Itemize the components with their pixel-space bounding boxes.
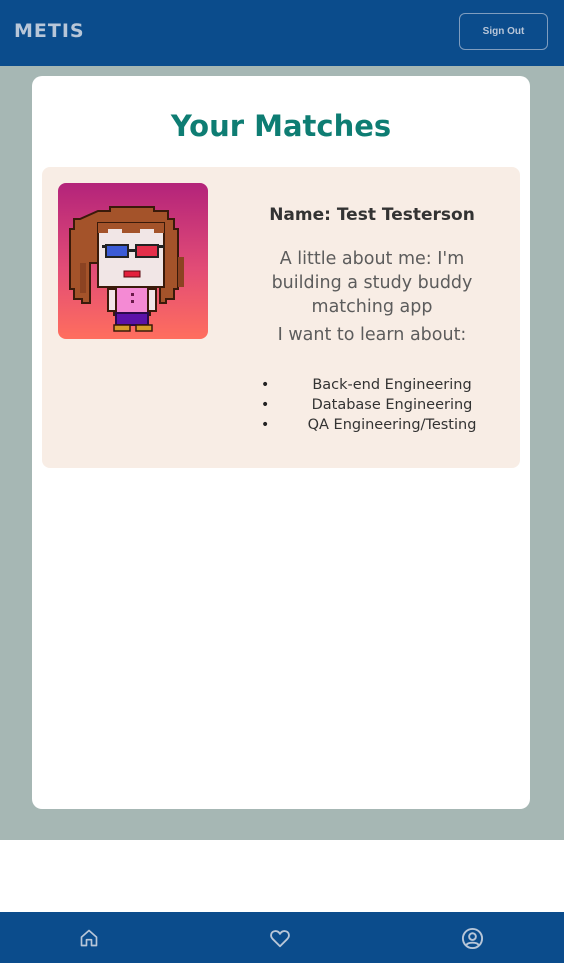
main-area: Your Matches Name: Test Testerson A litt… bbox=[0, 66, 564, 840]
pixel-art-avatar-icon bbox=[69, 206, 184, 332]
match-card: Name: Test Testerson A little about me: … bbox=[42, 167, 520, 468]
brand-logo[interactable]: METIS bbox=[14, 20, 85, 42]
page-title: Your Matches bbox=[170, 109, 392, 143]
learn-heading: I want to learn about: bbox=[277, 325, 467, 345]
heart-icon bbox=[270, 930, 290, 948]
match-about: A little about me: I'm building a study … bbox=[271, 249, 473, 317]
avatar bbox=[58, 183, 208, 339]
matches-panel: Your Matches Name: Test Testerson A litt… bbox=[32, 76, 530, 809]
home-icon bbox=[80, 929, 98, 947]
nav-matches-button[interactable] bbox=[268, 926, 292, 950]
match-name: Name: Test Testerson bbox=[269, 205, 475, 225]
sign-out-button[interactable]: Sign Out bbox=[459, 13, 548, 50]
list-item: Database Engineering bbox=[242, 397, 502, 417]
list-item: QA Engineering/Testing bbox=[242, 417, 502, 437]
list-item: Back-end Engineering bbox=[242, 377, 502, 397]
nav-profile-button[interactable] bbox=[460, 926, 484, 950]
top-nav-bar: METIS Sign Out bbox=[0, 0, 564, 66]
footer-spacer bbox=[0, 840, 564, 912]
user-circle-icon bbox=[461, 927, 483, 949]
bottom-nav-bar bbox=[0, 912, 564, 963]
topics-list: Back-end Engineering Database Engineerin… bbox=[242, 377, 502, 437]
nav-home-button[interactable] bbox=[77, 926, 101, 950]
